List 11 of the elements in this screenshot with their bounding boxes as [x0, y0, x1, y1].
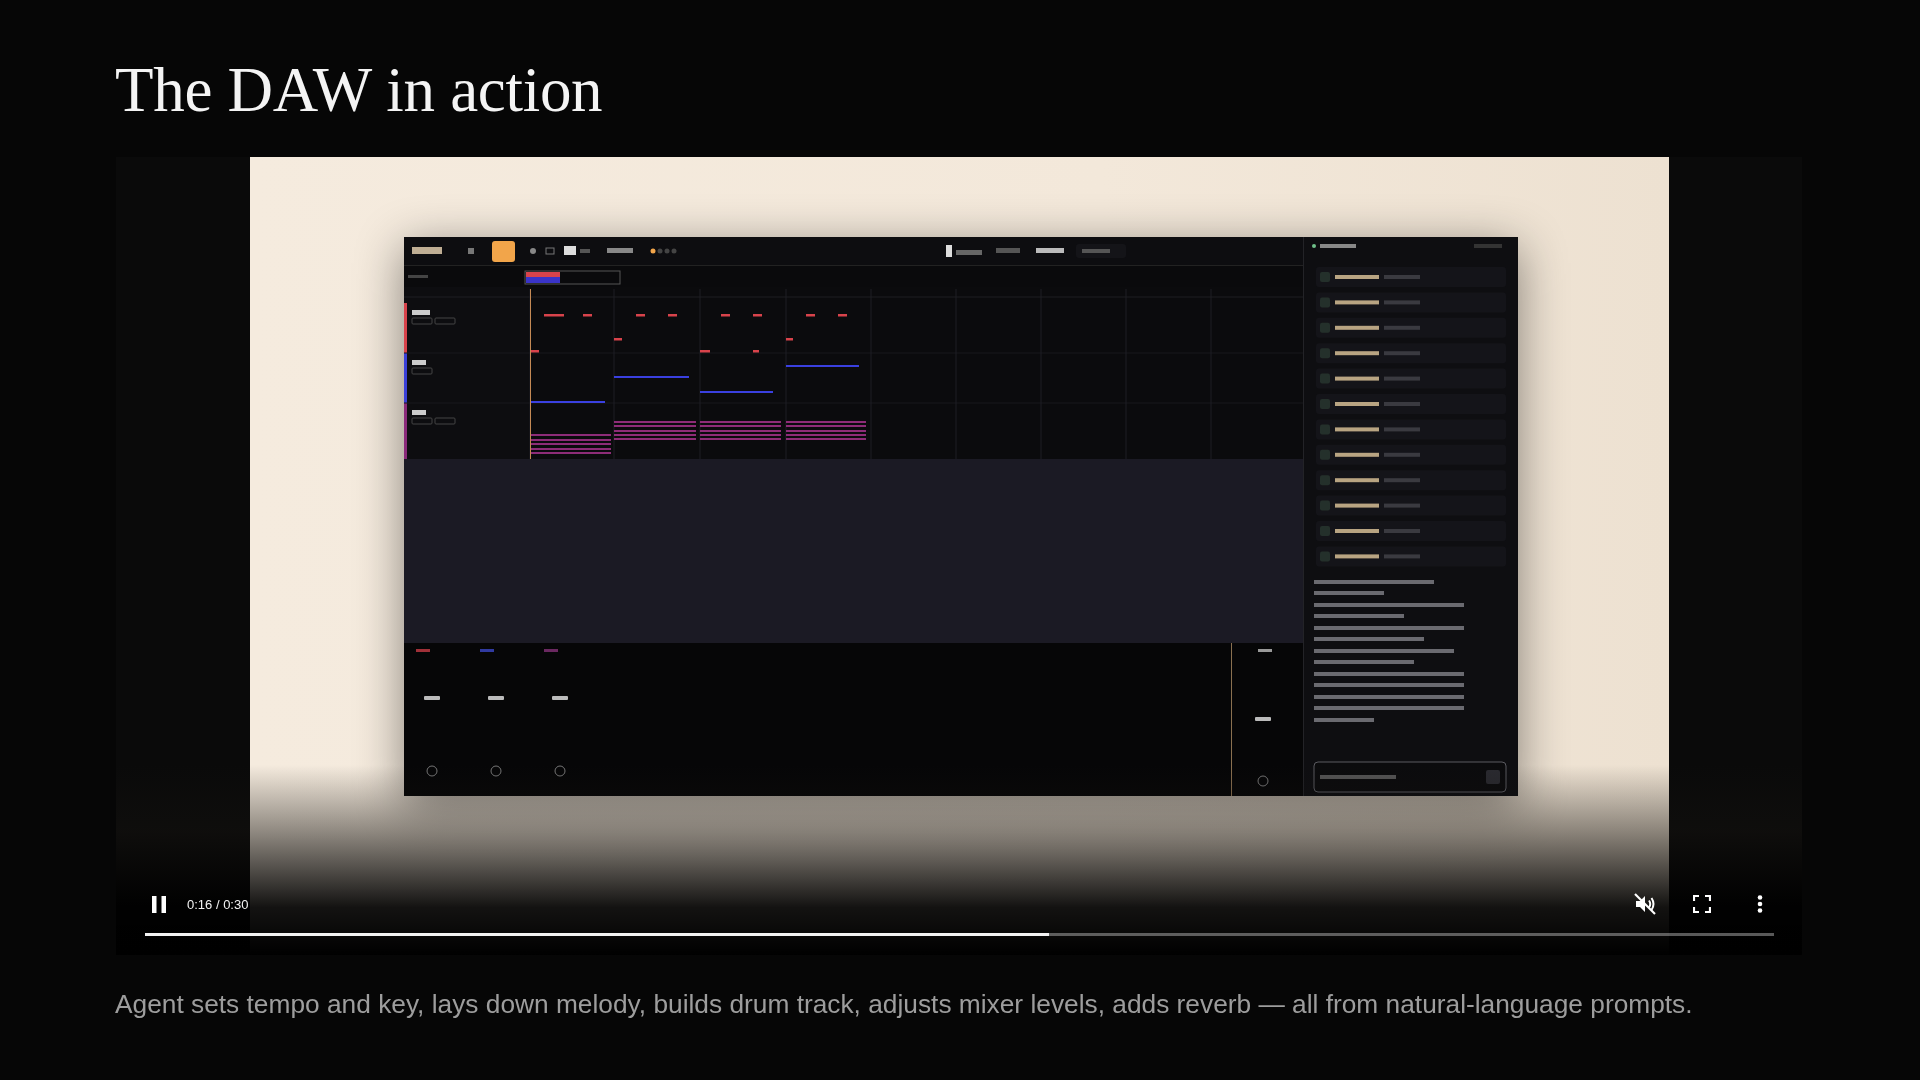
pause-button[interactable] [152, 895, 166, 913]
description-text: Agent sets tempo and key, lays down melody, builds drum track, adjusts mixer levels, adds reverb — all from natural-language prompts. [115, 988, 1693, 1020]
fullscreen-button[interactable] [1690, 892, 1714, 916]
progress-track[interactable] [145, 933, 1774, 936]
muted-speaker-icon [1633, 892, 1657, 916]
page-title: The DAW in action [115, 59, 603, 122]
more-options-icon [1757, 895, 1763, 913]
fullscreen-icon [1693, 895, 1711, 913]
pause-icon [152, 895, 166, 913]
time-display: 0:16 / 0:30 [187, 896, 249, 912]
unmute-button[interactable] [1633, 892, 1657, 916]
